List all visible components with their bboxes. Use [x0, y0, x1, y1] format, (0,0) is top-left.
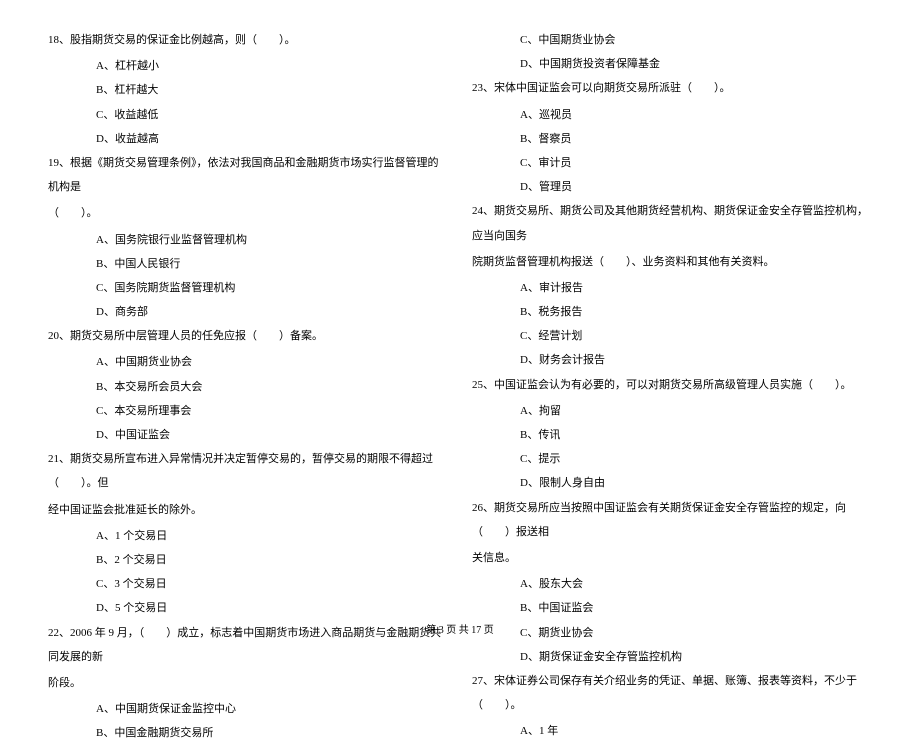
q19-option-a: A、国务院银行业监督管理机构: [48, 228, 448, 252]
q18-option-a: A、杠杆越小: [48, 54, 448, 78]
q23-option-c: C、审计员: [472, 151, 872, 175]
q25-option-d: D、限制人身自由: [472, 471, 872, 495]
q21-option-a: A、1 个交易日: [48, 524, 448, 548]
q23-option-a: A、巡视员: [472, 103, 872, 127]
q19-stem-line2: （ ）。: [48, 201, 448, 225]
q22-option-d: D、中国期货投资者保障基金: [472, 52, 872, 76]
q25-stem: 25、中国证监会认为有必要的，可以对期货交易所高级管理人员实施（ ）。: [472, 373, 872, 397]
q22-option-a: A、中国期货保证金监控中心: [48, 697, 448, 721]
q21-option-d: D、5 个交易日: [48, 596, 448, 620]
q25-option-b: B、传讯: [472, 423, 872, 447]
q18-option-c: C、收益越低: [48, 103, 448, 127]
q26-option-b: B、中国证监会: [472, 596, 872, 620]
q24-option-d: D、财务会计报告: [472, 348, 872, 372]
q18-option-b: B、杠杆越大: [48, 78, 448, 102]
q24-option-c: C、经营计划: [472, 324, 872, 348]
q20-option-a: A、中国期货业协会: [48, 350, 448, 374]
q20-option-c: C、本交易所理事会: [48, 399, 448, 423]
q22-option-b: B、中国金融期货交易所: [48, 721, 448, 745]
q25-option-a: A、拘留: [472, 399, 872, 423]
q23-option-b: B、督察员: [472, 127, 872, 151]
q26-stem-line1: 26、期货交易所应当按照中国证监会有关期货保证金安全存管监控的规定，向（ ）报送…: [472, 496, 872, 544]
q24-option-a: A、审计报告: [472, 276, 872, 300]
q19-stem-line1: 19、根据《期货交易管理条例》，依法对我国商品和金融期货市场实行监督管理的机构是: [48, 151, 448, 199]
q23-stem: 23、宋体中国证监会可以向期货交易所派驻（ ）。: [472, 76, 872, 100]
q18-option-d: D、收益越高: [48, 127, 448, 151]
q21-option-c: C、3 个交易日: [48, 572, 448, 596]
q26-option-a: A、股东大会: [472, 572, 872, 596]
q27-stem: 27、宋体证券公司保存有关介绍业务的凭证、单据、账簿、报表等资料，不少于（ ）。: [472, 669, 872, 717]
q19-option-c: C、国务院期货监督管理机构: [48, 276, 448, 300]
q20-option-d: D、中国证监会: [48, 423, 448, 447]
q20-stem: 20、期货交易所中层管理人员的任免应报（ ）备案。: [48, 324, 448, 348]
right-column: C、中国期货业协会 D、中国期货投资者保障基金 23、宋体中国证监会可以向期货交…: [472, 28, 872, 745]
q18-stem: 18、股指期货交易的保证金比例越高，则（ ）。: [48, 28, 448, 52]
page-footer: 第 3 页 共 17 页: [0, 621, 920, 636]
q24-option-b: B、税务报告: [472, 300, 872, 324]
q25-option-c: C、提示: [472, 447, 872, 471]
q24-stem-line2: 院期货监督管理机构报送（ ）、业务资料和其他有关资料。: [472, 250, 872, 274]
q21-stem-line2: 经中国证监会批准延长的除外。: [48, 498, 448, 522]
q19-option-d: D、商务部: [48, 300, 448, 324]
q22-option-c: C、中国期货业协会: [472, 28, 872, 52]
q21-option-b: B、2 个交易日: [48, 548, 448, 572]
q27-option-a: A、1 年: [472, 719, 872, 743]
q19-option-b: B、中国人民银行: [48, 252, 448, 276]
q22-stem-line2: 阶段。: [48, 671, 448, 695]
q26-stem-line2: 关信息。: [472, 546, 872, 570]
q20-option-b: B、本交易所会员大会: [48, 375, 448, 399]
q23-option-d: D、管理员: [472, 175, 872, 199]
left-column: 18、股指期货交易的保证金比例越高，则（ ）。 A、杠杆越小 B、杠杆越大 C、…: [48, 28, 448, 745]
q26-option-d: D、期货保证金安全存管监控机构: [472, 645, 872, 669]
q21-stem-line1: 21、期货交易所宣布进入异常情况并决定暂停交易的，暂停交易的期限不得超过（ ）。…: [48, 447, 448, 495]
q24-stem-line1: 24、期货交易所、期货公司及其他期货经营机构、期货保证金安全存管监控机构，应当向…: [472, 199, 872, 247]
content-area: 18、股指期货交易的保证金比例越高，则（ ）。 A、杠杆越小 B、杠杆越大 C、…: [48, 28, 872, 745]
